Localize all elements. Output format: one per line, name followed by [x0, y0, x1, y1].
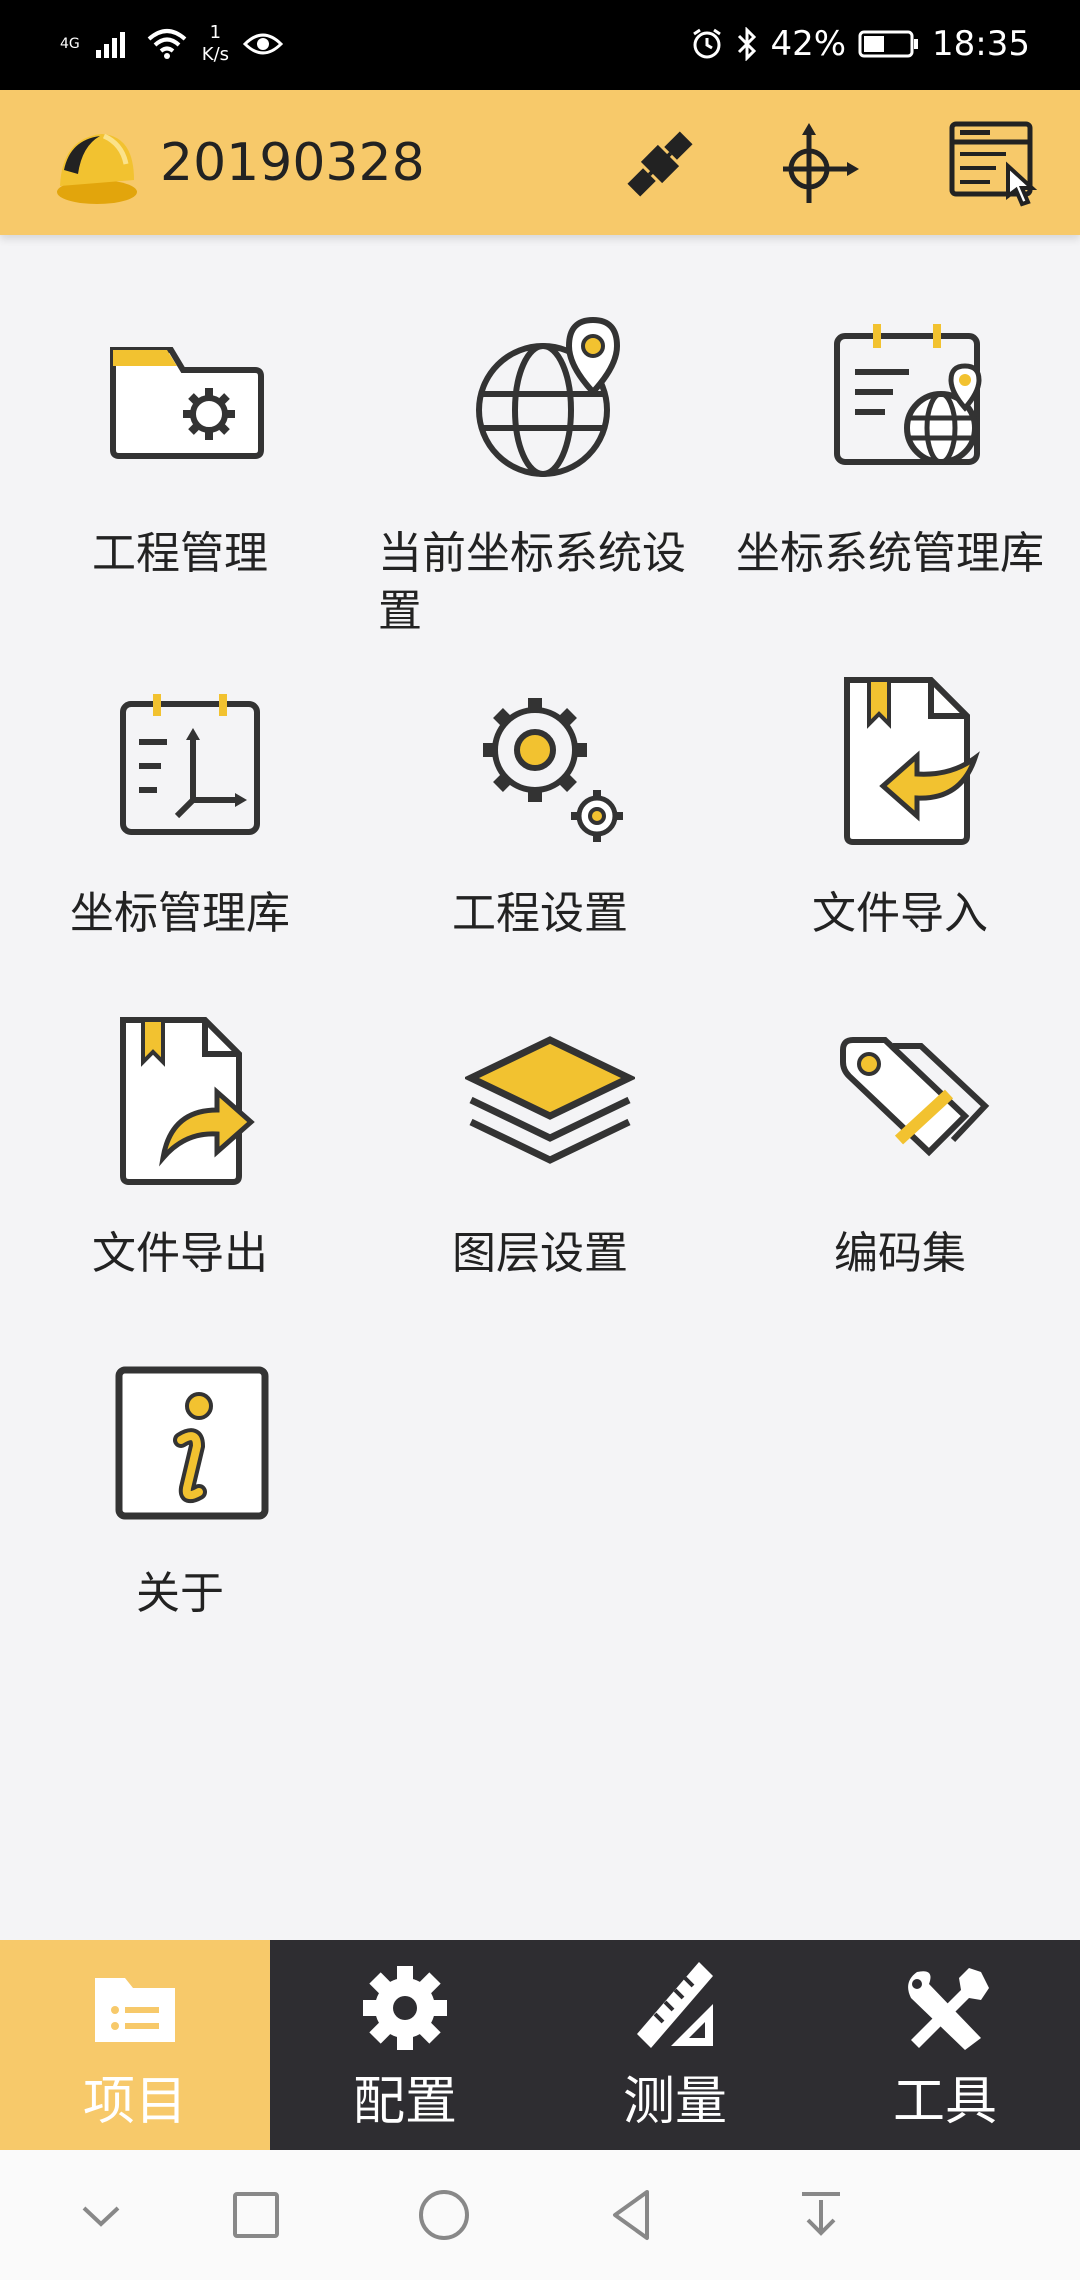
target-axis-icon: [783, 123, 859, 203]
tab-project[interactable]: 项目: [0, 1940, 270, 2150]
network-speed: 1 K/s: [201, 22, 230, 65]
battery-percent: 42%: [770, 24, 847, 64]
clock: 18:35: [932, 24, 1030, 64]
window-cursor-icon: [949, 121, 1038, 207]
folder-list-icon: [95, 1978, 175, 2042]
tab-label: 项目: [82, 2072, 187, 2132]
app-bar: 20190328: [0, 90, 1080, 235]
menu-label: 编码集: [834, 1228, 966, 1279]
tab-label: 测量: [622, 2072, 727, 2132]
tab-measure[interactable]: 测量: [540, 1940, 810, 2150]
chevron-down-icon[interactable]: [66, 2180, 136, 2250]
menu-label: 坐标系统管理库: [736, 528, 1044, 579]
tab-label: 工具: [892, 2072, 997, 2132]
battery-icon: [858, 30, 919, 58]
menu-label: 工程管理: [92, 528, 268, 579]
wrench-screwdriver-icon: [908, 1968, 989, 2050]
file-import-icon: [844, 677, 980, 845]
menu-item-layer-settings[interactable]: 图层设置: [360, 935, 720, 1279]
menu-item-project-management[interactable]: 工程管理: [0, 235, 360, 579]
file-export-icon: [120, 1017, 255, 1185]
wifi-icon: [147, 29, 187, 59]
menu-item-coordinate-library[interactable]: 坐标管理库: [0, 595, 360, 939]
ruler-triangle-icon: [637, 1962, 713, 2048]
layers-icon: [465, 1036, 635, 1164]
satellite-button[interactable]: [612, 116, 708, 212]
menu-label: 图层设置: [452, 1228, 628, 1279]
back-triangle-icon[interactable]: [597, 2180, 667, 2250]
tags-icon: [840, 1037, 990, 1157]
calendar-globe-icon: [834, 324, 982, 465]
coordinate-point-button[interactable]: [770, 116, 866, 212]
notification-pulldown-icon[interactable]: [786, 2180, 856, 2250]
menu-item-file-export[interactable]: 文件导出: [0, 935, 360, 1279]
satellite-icon: [627, 131, 693, 197]
gear-icon: [363, 1966, 447, 2050]
window-select-button[interactable]: [946, 116, 1042, 212]
tab-label: 配置: [352, 2072, 457, 2132]
tab-configuration[interactable]: 配置: [270, 1940, 540, 2150]
recents-square-icon[interactable]: [221, 2180, 291, 2250]
home-circle-icon[interactable]: [409, 2180, 479, 2250]
bottom-navigation: 项目 配置 测量 工具: [0, 1940, 1080, 2150]
menu-item-code-set[interactable]: 编码集: [720, 935, 1080, 1279]
project-title: 20190328: [160, 133, 425, 193]
menu-item-coordinate-system-library[interactable]: 坐标系统管理库: [720, 235, 1080, 579]
menu-item-about[interactable]: 关于: [0, 1275, 360, 1619]
bluetooth-icon: [738, 27, 757, 61]
globe-pin-icon: [476, 316, 621, 477]
status-bar: 4G 1 K/s 42% 18:35: [0, 0, 1080, 90]
menu-item-file-import[interactable]: 文件导入: [720, 595, 1080, 939]
eye-icon: [243, 33, 284, 55]
helmet-logo-icon: [57, 133, 137, 204]
project-folder-gear-icon: [110, 347, 264, 459]
calendar-axes-icon: [120, 694, 260, 835]
info-icon: [115, 1366, 269, 1520]
menu-label: 关于: [136, 1568, 224, 1619]
signal-icon: [95, 32, 125, 58]
menu-item-current-coordinate-system[interactable]: 当前坐标系统设置: [360, 235, 720, 637]
alarm-icon: [693, 28, 722, 59]
network-type: 4G: [60, 36, 80, 52]
system-navigation-bar: [0, 2150, 1080, 2280]
gears-icon: [483, 698, 623, 842]
tab-tools[interactable]: 工具: [810, 1940, 1080, 2150]
menu-item-project-settings[interactable]: 工程设置: [360, 595, 720, 939]
